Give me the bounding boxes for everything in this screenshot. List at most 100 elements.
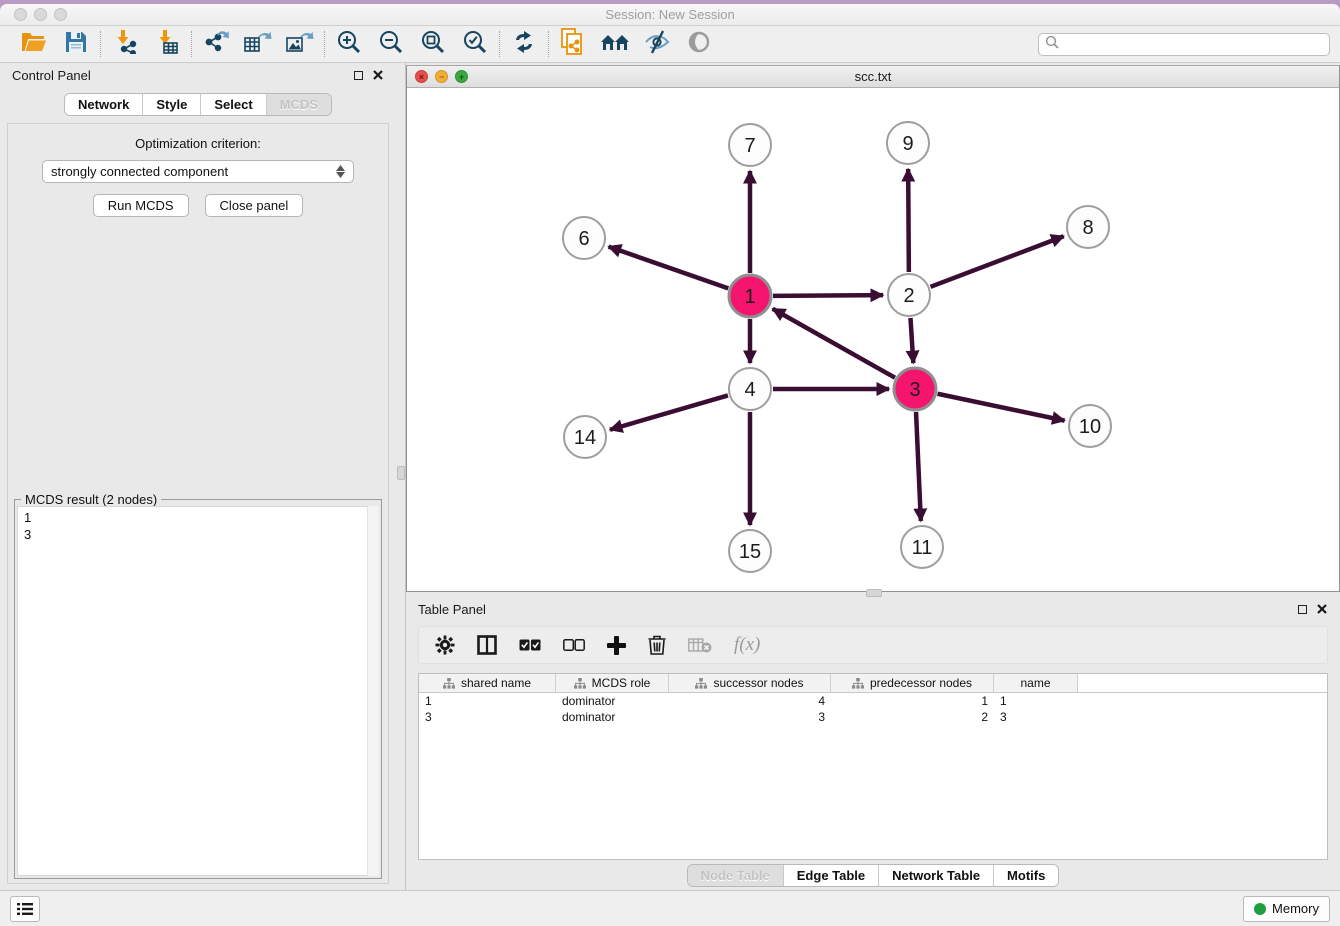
deselect-all-button[interactable] xyxy=(563,639,585,651)
save-session-button[interactable] xyxy=(61,30,91,58)
search-field[interactable] xyxy=(1038,33,1330,56)
import-table-button[interactable] xyxy=(152,30,182,58)
tab-edge-table[interactable]: Edge Table xyxy=(784,865,879,886)
close-table-panel-button[interactable] xyxy=(1316,603,1328,615)
graph-node-2[interactable]: 2 xyxy=(888,274,930,316)
column-header-shared-name[interactable]: shared name xyxy=(419,674,556,692)
optimization-criterion-label: Optimization criterion: xyxy=(135,136,261,151)
maximize-window-button[interactable] xyxy=(54,8,67,21)
graph-node-1[interactable]: 1 xyxy=(729,275,771,317)
home-button[interactable] xyxy=(600,30,630,58)
table-cell[interactable]: 1 xyxy=(994,693,1078,709)
export-image-button[interactable] xyxy=(285,30,315,58)
import-network-button[interactable] xyxy=(110,30,140,58)
checked-boxes-icon xyxy=(519,639,541,651)
tab-mcds[interactable]: MCDS xyxy=(267,94,331,115)
network-maximize-button[interactable]: + xyxy=(455,70,468,83)
fx-icon: f(x) xyxy=(734,634,760,656)
refresh-button[interactable] xyxy=(509,30,539,58)
graph-edge-1-6[interactable] xyxy=(609,247,729,289)
graph-edge-2-9[interactable] xyxy=(908,169,909,272)
column-header-successor-nodes[interactable]: successor nodes xyxy=(669,674,831,692)
tab-node-table[interactable]: Node Table xyxy=(688,865,784,886)
graph-node-4[interactable]: 4 xyxy=(729,368,771,410)
zoom-in-button[interactable] xyxy=(334,30,364,58)
task-history-button[interactable] xyxy=(10,896,40,922)
close-window-button[interactable] xyxy=(14,8,27,21)
tab-network[interactable]: Network xyxy=(65,94,143,115)
graph-node-11[interactable]: 11 xyxy=(901,526,943,568)
close-panel-button-inner[interactable]: Close panel xyxy=(205,194,304,217)
table-cell[interactable]: 4 xyxy=(669,693,831,709)
select-all-button[interactable] xyxy=(519,639,541,651)
graph-edge-3-10[interactable] xyxy=(938,394,1065,421)
tab-style[interactable]: Style xyxy=(143,94,201,115)
optimization-criterion-select[interactable]: strongly connected component xyxy=(42,160,354,183)
tab-motifs[interactable]: Motifs xyxy=(994,865,1058,886)
network-minimize-button[interactable]: − xyxy=(435,70,448,83)
mcds-result-text[interactable]: 1 3 xyxy=(17,506,379,876)
table-settings-button[interactable] xyxy=(435,635,455,655)
minimize-window-button[interactable] xyxy=(34,8,47,21)
table-cell[interactable]: dominator xyxy=(556,693,669,709)
table-panel-title: Table Panel xyxy=(418,602,486,617)
table-cell[interactable]: 1 xyxy=(831,693,994,709)
delete-column-button[interactable] xyxy=(648,635,666,655)
export-network-button[interactable] xyxy=(201,30,231,58)
splitter-grip[interactable] xyxy=(397,466,405,480)
horizontal-splitter[interactable] xyxy=(406,592,1340,597)
graph-edge-4-14[interactable] xyxy=(610,395,728,429)
open-file-button[interactable] xyxy=(19,30,49,58)
close-panel-button[interactable] xyxy=(372,69,384,81)
network-canvas[interactable]: 7 9 6 8 1 2 4 3 14 10 15 11 xyxy=(407,88,1339,591)
table-row[interactable]: 3dominator323 xyxy=(419,709,1327,725)
tab-network-table[interactable]: Network Table xyxy=(879,865,994,886)
result-scrollbar[interactable] xyxy=(367,506,379,876)
zoom-fit-button[interactable] xyxy=(418,30,448,58)
splitter-grip[interactable] xyxy=(866,589,882,597)
graph-node-15[interactable]: 15 xyxy=(729,530,771,572)
column-header-predecessor-nodes[interactable]: predecessor nodes xyxy=(831,674,994,692)
graph-edge-1-2[interactable] xyxy=(773,295,883,296)
graph-node-8[interactable]: 8 xyxy=(1067,206,1109,248)
graph-node-7[interactable]: 7 xyxy=(729,124,771,166)
table-cell[interactable]: dominator xyxy=(556,709,669,725)
table-cell[interactable]: 2 xyxy=(831,709,994,725)
export-table-button[interactable] xyxy=(243,30,273,58)
add-column-button[interactable] xyxy=(607,636,626,655)
graph-node-10[interactable]: 10 xyxy=(1069,405,1111,447)
clone-network-button[interactable] xyxy=(558,30,588,58)
float-panel-button[interactable] xyxy=(352,69,364,81)
column-header-MCDS-role[interactable]: MCDS role xyxy=(556,674,669,692)
table-cell[interactable]: 3 xyxy=(669,709,831,725)
graph-node-3[interactable]: 3 xyxy=(894,368,936,410)
plus-icon xyxy=(607,636,626,655)
float-table-panel-button[interactable] xyxy=(1296,603,1308,615)
zoom-out-icon xyxy=(379,30,403,59)
run-mcds-button[interactable]: Run MCDS xyxy=(93,194,189,217)
show-all-button[interactable] xyxy=(684,30,714,58)
table-cell[interactable]: 1 xyxy=(419,693,556,709)
table-cell[interactable]: 3 xyxy=(419,709,556,725)
table-columns-button[interactable] xyxy=(477,635,497,655)
window-controls xyxy=(14,8,67,21)
table-cell[interactable]: 3 xyxy=(994,709,1078,725)
graph-edge-2-3[interactable] xyxy=(910,318,913,363)
memory-button[interactable]: Memory xyxy=(1243,896,1330,922)
hide-selected-button[interactable] xyxy=(642,30,672,58)
vertical-splitter[interactable] xyxy=(396,63,406,890)
zoom-selected-button[interactable] xyxy=(460,30,490,58)
graph-node-14[interactable]: 14 xyxy=(564,416,606,458)
zoom-out-button[interactable] xyxy=(376,30,406,58)
graph-node-6[interactable]: 6 xyxy=(563,217,605,259)
column-header-name[interactable]: name xyxy=(994,674,1078,692)
network-close-button[interactable]: × xyxy=(415,70,428,83)
graph-edge-3-1[interactable] xyxy=(773,309,895,378)
search-input[interactable] xyxy=(1059,37,1323,51)
table-row[interactable]: 1dominator411 xyxy=(419,693,1327,709)
graph-node-9[interactable]: 9 xyxy=(887,122,929,164)
network-graph[interactable]: 7 9 6 8 1 2 4 3 14 10 15 11 xyxy=(407,88,1339,591)
graph-edge-3-11[interactable] xyxy=(916,412,921,521)
graph-edge-2-8[interactable] xyxy=(931,236,1064,287)
tab-select[interactable]: Select xyxy=(201,94,266,115)
